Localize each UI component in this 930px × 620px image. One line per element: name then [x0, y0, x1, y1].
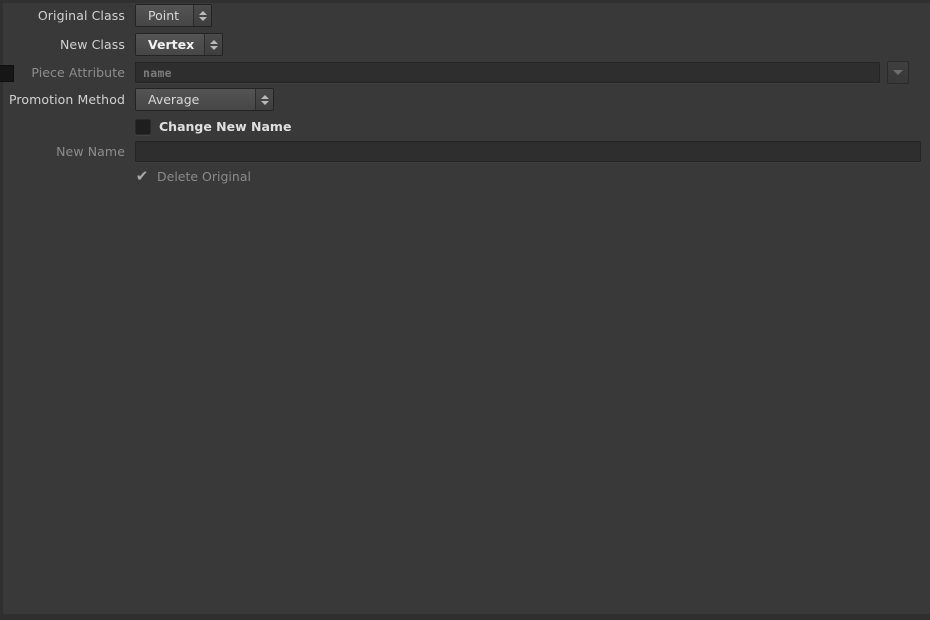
row-new-class: New Class Vertex [0, 30, 930, 59]
chevron-down-icon [893, 70, 903, 75]
original-class-dropdown[interactable]: Point [135, 4, 212, 27]
delete-original-checkbox-row[interactable]: ✔ Delete Original [135, 167, 251, 185]
field-new-class: Vertex [135, 33, 930, 56]
delete-original-checkbox[interactable]: ✔ [135, 167, 149, 185]
new-name-input[interactable] [135, 141, 921, 162]
label-original-class: Original Class [37, 8, 125, 23]
new-class-value: Vertex [136, 34, 206, 55]
label-new-name: New Name [56, 144, 125, 159]
label-promotion-method: Promotion Method [8, 92, 125, 107]
triangle-up-icon[interactable] [209, 39, 218, 44]
promotion-method-dropdown[interactable]: Average [135, 88, 274, 111]
row-promotion-method: Promotion Method Average [0, 85, 930, 114]
delete-original-label: Delete Original [157, 169, 251, 184]
original-class-spinner[interactable] [194, 5, 211, 26]
label-new-class: New Class [59, 37, 125, 52]
field-original-class: Point [135, 4, 930, 27]
triangle-up-icon[interactable] [198, 10, 207, 15]
triangle-down-icon[interactable] [209, 45, 218, 50]
triangle-down-icon[interactable] [260, 100, 269, 105]
change-new-name-checkbox-row[interactable]: Change New Name [135, 118, 292, 135]
triangle-up-icon[interactable] [260, 94, 269, 99]
check-icon: ✔ [135, 167, 149, 185]
promotion-method-spinner[interactable] [256, 89, 273, 110]
row-original-class: Original Class Point [0, 1, 930, 30]
field-promotion-method: Average [135, 88, 930, 111]
piece-attribute-dropdown-button[interactable] [887, 61, 909, 84]
change-new-name-checkbox[interactable] [135, 118, 151, 135]
triangle-down-icon[interactable] [198, 16, 207, 21]
original-class-value: Point [136, 5, 194, 26]
parameter-panel: Original Class Point New Class Vertex Pi… [0, 0, 930, 620]
field-piece-attribute: name [135, 61, 930, 84]
panel-bottom-edge [0, 614, 930, 620]
field-change-new-name: Change New Name [135, 118, 930, 135]
field-delete-original: ✔ Delete Original [135, 167, 930, 185]
new-class-dropdown[interactable]: Vertex [135, 33, 224, 56]
promotion-method-value: Average [136, 89, 256, 110]
piece-attribute-input[interactable]: name [135, 62, 880, 83]
change-new-name-label: Change New Name [159, 119, 292, 134]
field-new-name [135, 141, 930, 162]
row-delete-original: ✔ Delete Original [0, 162, 930, 191]
new-class-spinner[interactable] [205, 34, 223, 55]
row-piece-attribute: Piece Attribute name [0, 58, 930, 87]
label-piece-attribute: Piece Attribute [31, 65, 125, 80]
gutter-marker-square [0, 65, 14, 82]
